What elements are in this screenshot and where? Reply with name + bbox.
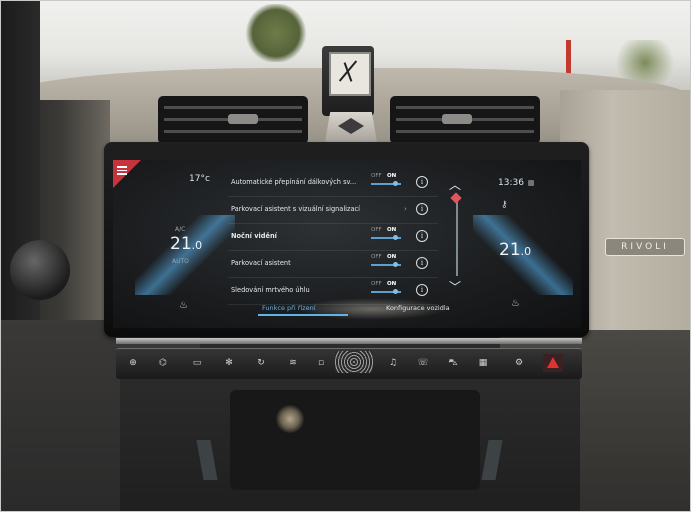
toggle-on-label: ON	[387, 281, 397, 287]
console-tray	[230, 390, 480, 490]
toggle-knob[interactable]	[393, 181, 398, 186]
scroll-track[interactable]	[456, 198, 458, 276]
row-label: Parkovací asistent s vizuální signalizac…	[231, 205, 360, 213]
toggle-off-label: OFF	[371, 227, 382, 233]
toggle-off-label: OFF	[371, 173, 382, 179]
info-icon[interactable]: i	[416, 284, 428, 296]
info-icon[interactable]: i	[416, 257, 428, 269]
list-item[interactable]: Automatické přepínání dálkových sv... OF…	[228, 170, 438, 197]
list-item[interactable]: Parkovací asistent s vizuální signalizac…	[228, 197, 438, 224]
ac-label[interactable]: A/C	[175, 226, 185, 233]
toggle-switch[interactable]: OFF ON	[371, 254, 403, 268]
seat-heat-icon[interactable]: ♨	[511, 298, 520, 309]
info-icon[interactable]: i	[416, 230, 428, 242]
row-label: Automatické přepínání dálkových sv...	[231, 178, 357, 186]
passenger-temperature[interactable]: 21.0	[499, 240, 531, 260]
power-button[interactable]: ⊕	[122, 356, 144, 370]
driving-functions-list: Automatické přepínání dálkových sv... OF…	[228, 170, 438, 305]
car-icon[interactable]: ⛍	[442, 356, 464, 370]
toggle-on-label: ON	[387, 227, 397, 233]
info-icon[interactable]: i	[416, 203, 428, 215]
chevron-down-icon[interactable]: ﹀	[449, 278, 461, 295]
infotainment-screen: 17°c A/C 21.0 AUTO ♨ 13:36 ⚷ 21.0 ♨ Auto…	[113, 160, 581, 328]
tab-vehicle-config[interactable]: Konfigurace vozidla	[386, 304, 450, 312]
settings-icon[interactable]: ⚙	[508, 356, 530, 370]
driver-temp-int: 21	[170, 234, 192, 254]
air-flow-icon[interactable]: ≋	[282, 356, 304, 370]
chrome-trim	[116, 338, 582, 344]
volume-knob[interactable]	[335, 351, 373, 373]
air-vent-left[interactable]	[158, 96, 308, 144]
tab-underline	[258, 314, 348, 316]
home-button[interactable]: ▫	[310, 356, 332, 370]
hamburger-icon[interactable]	[117, 166, 127, 175]
passenger-temp-int: 21	[499, 240, 521, 260]
row-label: Parkovací asistent	[231, 259, 291, 267]
toggle-switch[interactable]: OFF ON	[371, 227, 403, 241]
trim-badge: RIVOLI	[605, 238, 685, 256]
toggle-switch[interactable]: OFF ON	[371, 281, 403, 295]
row-label: Sledování mrtvého úhlu	[231, 286, 310, 294]
toggle-off-label: OFF	[371, 254, 382, 260]
front-defrost-icon[interactable]: ⌬	[152, 356, 174, 370]
clock-display: 13:36	[498, 178, 524, 188]
chevron-up-icon[interactable]: ︿	[449, 176, 461, 193]
apps-icon[interactable]: ▦	[472, 356, 494, 370]
tab-bar: Funkce při řízení Konfigurace vozidla	[218, 300, 468, 320]
fan-icon[interactable]: ✻	[218, 356, 240, 370]
phone-icon[interactable]: ☏	[412, 356, 434, 370]
stalk-knob[interactable]	[10, 240, 70, 300]
tab-driving-functions[interactable]: Funkce při řízení	[262, 304, 316, 312]
list-item[interactable]: Noční vidění OFF ON i	[228, 224, 438, 251]
toggle-on-label: ON	[387, 173, 397, 179]
outside-temperature: 17°c	[189, 174, 210, 184]
row-label: Noční vidění	[231, 232, 277, 240]
toggle-knob[interactable]	[393, 235, 398, 240]
toggle-off-label: OFF	[371, 281, 382, 287]
driver-temperature[interactable]: 21.0	[170, 234, 202, 254]
music-icon[interactable]: ♫	[382, 356, 404, 370]
passenger-temp-dec: .0	[520, 245, 532, 258]
info-icon[interactable]: i	[416, 176, 428, 188]
status-icon	[528, 180, 534, 186]
scroll-thumb[interactable]	[450, 192, 462, 204]
toggle-knob[interactable]	[393, 262, 398, 267]
recirculation-icon[interactable]: ↻	[250, 356, 272, 370]
key-icon: ⚷	[501, 200, 508, 210]
seat-heat-icon[interactable]: ♨	[179, 300, 188, 311]
toggle-switch[interactable]: OFF ON	[371, 173, 403, 187]
list-item[interactable]: Parkovací asistent OFF ON i	[228, 251, 438, 278]
toggle-knob[interactable]	[393, 289, 398, 294]
rear-defrost-icon[interactable]: ▭	[186, 356, 208, 370]
air-vent-right[interactable]	[390, 96, 540, 144]
tree	[245, 4, 307, 62]
cigarette-lighter[interactable]	[276, 405, 304, 433]
hazard-button[interactable]	[543, 354, 563, 372]
chevron-right-icon: ›	[404, 205, 407, 213]
climate-mode: AUTO	[172, 258, 189, 265]
driver-temp-dec: .0	[191, 239, 203, 252]
toggle-on-label: ON	[387, 254, 397, 260]
